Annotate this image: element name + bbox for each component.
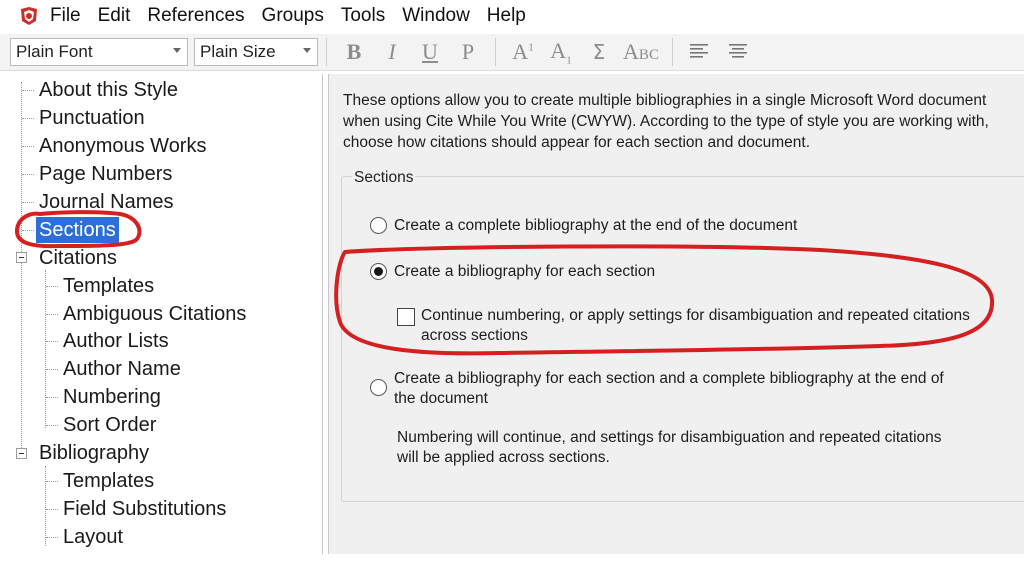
superscript-button[interactable]: A1 — [504, 39, 542, 65]
continue-numbering-checkbox[interactable] — [397, 308, 415, 326]
chevron-down-icon — [303, 48, 311, 53]
bold-button[interactable]: B — [335, 39, 373, 65]
symbol-button[interactable]: Σ — [580, 40, 618, 64]
menu-window[interactable]: Window — [402, 5, 470, 27]
continue-numbering-label[interactable]: Continue numbering, or apply settings fo… — [421, 306, 981, 346]
tree-item-ambiguous-citations[interactable]: Ambiguous Citations — [63, 301, 246, 327]
app-icon — [18, 5, 40, 27]
sections-group-box: Sections Create a complete bibliography … — [341, 169, 1024, 502]
tree-connector — [21, 82, 22, 452]
small-caps-button[interactable]: Abc — [618, 39, 664, 65]
tree-item-punctuation[interactable]: Punctuation — [39, 105, 145, 131]
menu-references[interactable]: References — [147, 5, 244, 27]
align-left-button[interactable] — [681, 39, 719, 65]
tree-connector — [46, 537, 58, 538]
superscript-letter: A — [512, 39, 529, 64]
sections-settings-panel: These options allow you to create multip… — [328, 74, 1024, 554]
menu-tools[interactable]: Tools — [341, 5, 385, 27]
underline-button[interactable]: U — [411, 39, 449, 65]
font-select[interactable]: Plain Font — [10, 38, 188, 66]
tree-item-layout[interactable]: Layout — [63, 524, 123, 550]
tree-item-author-lists[interactable]: Author Lists — [63, 328, 169, 354]
tree-item-citations[interactable]: Citations — [39, 245, 117, 271]
tree-connector — [46, 481, 58, 482]
tree-connector — [46, 509, 58, 510]
tree-connector — [46, 425, 58, 426]
tree-item-about-this-style[interactable]: About this Style — [39, 77, 178, 103]
menu-groups[interactable]: Groups — [262, 5, 324, 27]
tree-item-anonymous-works[interactable]: Anonymous Works — [39, 133, 206, 159]
option3-note: Numbering will continue, and settings fo… — [397, 429, 942, 466]
tree-item-page-numbers[interactable]: Page Numbers — [39, 161, 172, 187]
menu-file[interactable]: File — [50, 5, 81, 27]
align-left-icon — [690, 44, 708, 58]
menu-help[interactable]: Help — [487, 5, 526, 27]
option-bibliography-each-section-label[interactable]: Create a bibliography for each section — [394, 262, 655, 282]
tree-connector — [22, 174, 34, 175]
tree-connector — [46, 397, 58, 398]
align-center-icon — [729, 44, 747, 58]
toolbar-divider — [326, 38, 327, 66]
size-select-value: Plain Size — [200, 42, 276, 61]
tree-item-citations-templates[interactable]: Templates — [63, 273, 154, 299]
menu-edit[interactable]: Edit — [98, 5, 131, 27]
subscript-letter: A — [550, 37, 567, 63]
toolbar-divider — [672, 38, 673, 66]
tree-item-numbering[interactable]: Numbering — [63, 384, 161, 410]
tree-connector — [22, 202, 34, 203]
tree-item-journal-names[interactable]: Journal Names — [39, 189, 174, 215]
option-complete-bibliography-label[interactable]: Create a complete bibliography at the en… — [394, 216, 797, 236]
panel-description: These options allow you to create multip… — [343, 92, 989, 151]
tree-connector — [22, 146, 34, 147]
toolbar-divider — [495, 38, 496, 66]
tree-connector — [22, 230, 34, 231]
tree-connector — [46, 286, 58, 287]
option-bibliography-each-section-and-complete-label[interactable]: Create a bibliography for each section a… — [394, 369, 954, 409]
menu-bar: File Edit References Groups Tools Window… — [0, 0, 1024, 32]
sections-group-title: Sections — [352, 169, 416, 187]
tree-item-sort-order[interactable]: Sort Order — [63, 412, 156, 438]
subscript-button[interactable]: A1 — [542, 38, 580, 66]
tree-connector — [46, 369, 58, 370]
tree-connector — [45, 466, 46, 546]
tree-connector — [46, 314, 58, 315]
tree-connector — [22, 118, 34, 119]
italic-button[interactable]: I — [373, 39, 411, 65]
style-tree: About this Style Punctuation Anonymous W… — [8, 74, 323, 554]
collapse-bibliography-icon[interactable] — [16, 448, 27, 459]
collapse-citations-icon[interactable] — [16, 252, 27, 263]
size-select[interactable]: Plain Size — [194, 38, 318, 66]
align-center-button[interactable] — [719, 39, 757, 65]
tree-item-bibliography[interactable]: Bibliography — [39, 440, 149, 466]
tree-connector — [46, 341, 58, 342]
tree-item-field-substitutions[interactable]: Field Substitutions — [63, 496, 226, 522]
tree-connector — [45, 270, 46, 428]
chevron-down-icon — [173, 48, 181, 53]
plain-button[interactable]: P — [449, 39, 487, 65]
tree-connector — [22, 90, 34, 91]
subscript-mark: 1 — [566, 54, 572, 67]
radio-complete-bibliography[interactable] — [370, 217, 387, 234]
formatting-toolbar: Plain Font Plain Size B I U P A1 A1 Σ Ab… — [0, 34, 1024, 71]
tree-item-bibliography-templates[interactable]: Templates — [63, 468, 154, 494]
radio-bibliography-each-section[interactable] — [370, 263, 387, 280]
tree-item-author-name[interactable]: Author Name — [63, 356, 181, 382]
superscript-mark: 1 — [528, 41, 534, 54]
font-select-value: Plain Font — [16, 42, 93, 61]
tree-item-sections[interactable]: Sections — [36, 217, 119, 243]
radio-bibliography-each-section-and-complete[interactable] — [370, 379, 387, 396]
